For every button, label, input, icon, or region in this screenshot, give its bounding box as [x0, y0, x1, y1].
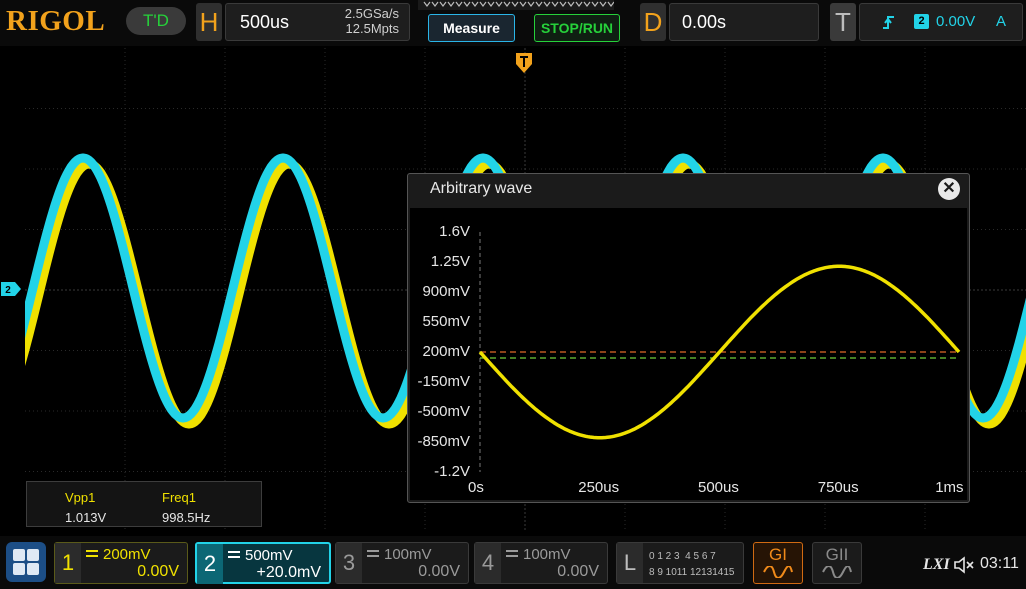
- dc-coupling-icon: [367, 550, 379, 557]
- x-tick-label: 750us: [817, 479, 859, 496]
- logic-channels-row-1: 0 1 2 3 4 5 6 7: [649, 551, 716, 562]
- delay-value: 0.00s: [682, 12, 727, 32]
- close-icon[interactable]: ✕: [938, 178, 960, 200]
- menu-grid-icon: [27, 549, 39, 561]
- channel-4-offset: 0.00V: [557, 563, 599, 580]
- freq-value: 998.5Hz: [162, 510, 211, 525]
- menu-grid-icon: [13, 549, 25, 561]
- trigger-panel[interactable]: 2 0.00V A: [859, 3, 1023, 41]
- main-menu-button[interactable]: [6, 542, 46, 582]
- channel-2-offset-marker[interactable]: 2: [0, 281, 22, 297]
- dc-coupling-icon: [86, 550, 98, 557]
- channel-2-scale: 500mV: [245, 547, 293, 564]
- y-tick-label: 550mV: [422, 313, 470, 330]
- sine-wave-icon: [763, 565, 793, 579]
- channel-3-panel[interactable]: 3 100mV 0.00V: [335, 542, 469, 584]
- trigger-mode: A: [996, 13, 1007, 30]
- memory-depth: 12.5Mpts: [345, 21, 399, 36]
- channel-4-scale: 100mV: [523, 546, 571, 563]
- arbitrary-wave-title: Arbitrary wave: [430, 180, 533, 197]
- channel-3-scale: 100mV: [384, 546, 432, 563]
- sample-rate: 2.5GSa/s: [344, 6, 399, 21]
- logic-analyzer-label: L: [617, 543, 643, 583]
- x-tick-label: 250us: [578, 479, 620, 496]
- channel-1-panel[interactable]: 1 200mV 0.00V: [54, 542, 188, 584]
- top-status-bar: RIGOL T'D H 500us 2.5GSa/s 12.5Mpts Meas…: [0, 0, 1026, 46]
- channel-3-offset: 0.00V: [418, 563, 460, 580]
- speaker-muted-icon[interactable]: [953, 556, 977, 574]
- logic-channels-row-2: 8 9 1011 12131415: [649, 567, 735, 578]
- brand-logo: RIGOL: [6, 5, 106, 37]
- channel-4-panel[interactable]: 4 100mV 0.00V: [474, 542, 608, 584]
- trigger-status-badge[interactable]: T'D: [126, 7, 186, 35]
- chevron-strip-icon: [418, 0, 614, 10]
- dc-coupling-icon: [506, 550, 518, 557]
- y-tick-label: -150mV: [417, 373, 470, 390]
- channel-2-panel[interactable]: 2 500mV +20.0mV: [195, 542, 331, 584]
- generator-1-label: GI: [769, 545, 787, 564]
- arbitrary-wave-plot[interactable]: 1.6V 1.25V 900mV 550mV 200mV -150mV -500mV -850…: [410, 208, 967, 500]
- channel-4-number: 4: [475, 543, 501, 583]
- trigger-source-badge: 2: [914, 14, 929, 29]
- measurement-panel[interactable]: Vpp1 1.013V Freq1 998.5Hz: [26, 481, 262, 527]
- generator-2-label: GII: [825, 545, 849, 564]
- channel-3-number: 3: [336, 543, 362, 583]
- channel-2-offset: +20.0mV: [256, 564, 321, 581]
- menu-grid-icon: [13, 563, 25, 575]
- y-tick-label: 1.25V: [430, 253, 470, 270]
- arbitrary-wave-window[interactable]: Arbitrary wave ✕ 1.6V 1.25V 900mV 550mV 200m…: [407, 173, 970, 503]
- stop-run-button[interactable]: STOP/RUN: [534, 14, 620, 42]
- rising-edge-icon: [883, 16, 894, 29]
- y-tick-label: 900mV: [422, 283, 470, 300]
- logic-analyzer-panel[interactable]: L 0 1 2 3 4 5 6 7 8 9 1011 12131415: [616, 542, 744, 584]
- horizontal-panel[interactable]: 500us 2.5GSa/s 12.5Mpts: [225, 3, 410, 41]
- x-tick-label: 500us: [698, 479, 739, 496]
- channel-marker-label: 2: [5, 285, 11, 296]
- timebase-value: 500us: [240, 12, 290, 32]
- delay-panel[interactable]: 0.00s: [669, 3, 819, 41]
- horizontal-label[interactable]: H: [196, 3, 222, 41]
- trigger-label[interactable]: T: [830, 3, 856, 41]
- y-tick-label: 1.6V: [439, 223, 470, 240]
- bottom-channel-bar: 1 200mV 0.00V 2 500mV +20.0mV 3 100mV 0.…: [0, 536, 1026, 589]
- channel-1-scale: 200mV: [103, 546, 151, 563]
- x-tick-label: 0s: [468, 479, 484, 496]
- y-tick-label: -500mV: [417, 403, 470, 420]
- channel-1-number: 1: [55, 543, 81, 583]
- dc-coupling-icon: [228, 551, 240, 558]
- generator-1-button[interactable]: GI: [753, 542, 803, 584]
- x-tick-label: 1ms: [935, 479, 964, 496]
- delay-label[interactable]: D: [640, 3, 666, 41]
- channel-1-offset: 0.00V: [137, 563, 179, 580]
- y-tick-label: 200mV: [422, 343, 470, 360]
- channel-2-number: 2: [197, 544, 223, 584]
- measure-button[interactable]: Measure: [428, 14, 515, 42]
- y-tick-label: -850mV: [417, 433, 470, 450]
- freq-label: Freq1: [162, 490, 196, 505]
- generator-2-button[interactable]: GII: [812, 542, 862, 584]
- lxi-logo[interactable]: LXI: [923, 556, 950, 574]
- y-tick-label: -1.2V: [434, 463, 470, 480]
- menu-grid-icon: [27, 563, 39, 575]
- vpp-value: 1.013V: [65, 510, 107, 525]
- vpp-label: Vpp1: [65, 490, 96, 505]
- sine-wave-icon: [822, 565, 852, 579]
- clock-time: 03:11: [980, 555, 1019, 572]
- trigger-level: 0.00V: [936, 13, 976, 30]
- trigger-position-marker[interactable]: [515, 52, 533, 74]
